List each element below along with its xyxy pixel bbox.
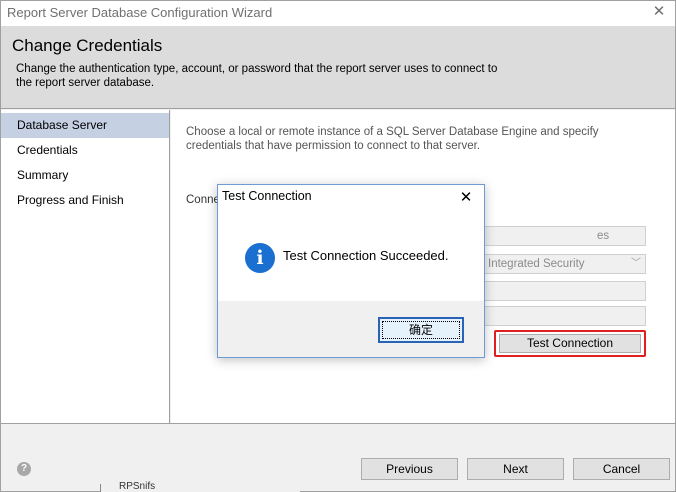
- ok-button[interactable]: 确定: [378, 317, 464, 343]
- test-connection-highlight: Test Connection: [494, 330, 646, 357]
- nav-item-progress-and-finish[interactable]: Progress and Finish: [1, 188, 169, 213]
- page-title: Change Credentials: [12, 36, 163, 55]
- help-icon[interactable]: ?: [17, 462, 31, 476]
- nav-item-database-server[interactable]: Database Server: [1, 113, 169, 138]
- connection-label: Conne: [186, 194, 220, 206]
- window-close-icon[interactable]: ✕: [651, 4, 667, 20]
- username-field[interactable]: [461, 281, 646, 301]
- background-window-strip: RPSnifs: [100, 481, 300, 492]
- password-field[interactable]: [461, 306, 646, 326]
- test-connection-dialog: Test Connection ✕ i Test Connection Succ…: [217, 184, 485, 358]
- server-name-field[interactable]: es: [461, 226, 646, 246]
- window-title: Report Server Database Configuration Wiz…: [7, 5, 273, 20]
- cancel-button[interactable]: Cancel: [573, 458, 670, 480]
- background-text: RPSnifs: [119, 481, 156, 492]
- dialog-footer: 确定: [218, 301, 484, 357]
- ok-button-label: 确定: [408, 323, 433, 337]
- intro-text: Choose a local or remote instance of a S…: [186, 126, 599, 152]
- title-bar: Report Server Database Configuration Wiz…: [1, 1, 675, 26]
- test-connection-button[interactable]: Test Connection: [499, 334, 641, 353]
- nav-item-summary[interactable]: Summary: [1, 163, 169, 188]
- authentication-type-select[interactable]: Integrated Security ﹀: [461, 254, 646, 274]
- page-description: Change the authentication type, account,…: [16, 63, 498, 89]
- dialog-title: Test Connection: [222, 189, 312, 203]
- wizard-nav: Database Server Credentials Summary Prog…: [1, 110, 170, 423]
- dialog-close-icon[interactable]: ✕: [458, 188, 474, 206]
- next-button[interactable]: Next: [467, 458, 564, 480]
- authentication-type-value: Integrated Security: [488, 258, 585, 270]
- dialog-message: Test Connection Succeeded.: [283, 248, 449, 263]
- nav-item-credentials[interactable]: Credentials: [1, 138, 169, 163]
- server-name-value: es: [597, 230, 610, 242]
- wizard-header: Change Credentials Change the authentica…: [1, 26, 675, 109]
- info-icon: i: [245, 243, 275, 273]
- previous-button[interactable]: Previous: [361, 458, 458, 480]
- chevron-down-icon: ﹀: [631, 258, 641, 269]
- wizard-footer: ? Previous Next Cancel: [1, 423, 675, 491]
